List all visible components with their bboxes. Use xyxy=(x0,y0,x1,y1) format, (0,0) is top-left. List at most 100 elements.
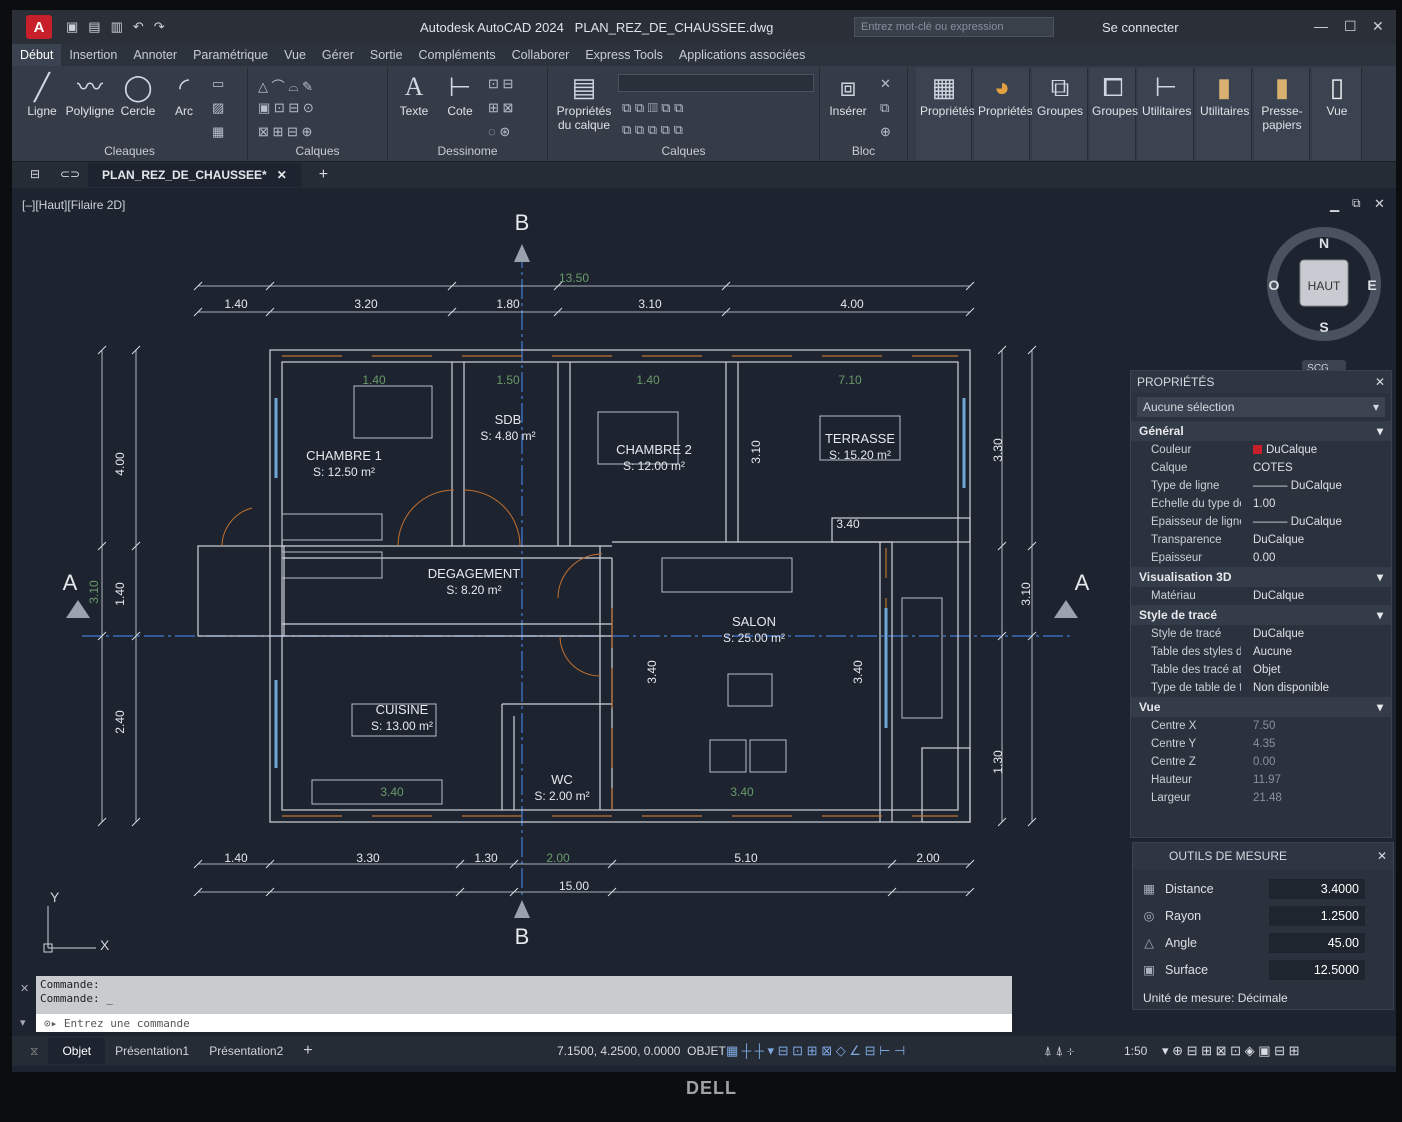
undo-icon[interactable]: ↶ xyxy=(133,19,144,35)
tab-layout2[interactable]: Présentation2 xyxy=(199,1044,293,1058)
command-recent-icon[interactable]: ▾ xyxy=(20,1016,26,1029)
property-row[interactable]: Table des styles de... Aucune xyxy=(1131,643,1391,661)
leader-icon[interactable]: ⊡ ⊟ xyxy=(488,76,513,92)
compass-s[interactable]: S xyxy=(1319,319,1328,335)
property-row[interactable]: Centre Y 4.35 xyxy=(1131,735,1391,753)
boundary-icon[interactable]: ▦ xyxy=(212,124,224,140)
match-properties-tool[interactable]: ◕ Propriétés xyxy=(978,72,1033,118)
hatch-icon[interactable]: ▨ xyxy=(212,100,224,116)
maximize-icon[interactable]: ☐ xyxy=(1344,18,1357,35)
command-input[interactable]: ⊙▸ Entrez une commande xyxy=(36,1014,1012,1032)
property-row[interactable]: Couleur DuCalque xyxy=(1131,441,1391,459)
create-block-icon[interactable]: ✕ xyxy=(880,76,891,92)
dimension-tool[interactable]: ⊢ Cote xyxy=(440,72,480,118)
layout-nav-icon[interactable]: ⧖ xyxy=(30,1044,38,1059)
property-row[interactable]: Style de tracé DuCalque xyxy=(1131,625,1391,643)
attribute-icon[interactable]: ⊕ xyxy=(880,124,891,140)
save-icon[interactable]: ▥ xyxy=(111,19,123,35)
property-row[interactable]: Table des tracé atta... Objet xyxy=(1131,661,1391,679)
groups-tool[interactable]: ⧉ Groupes xyxy=(1036,72,1084,118)
paste-tool[interactable]: ▮ Presse-papiers xyxy=(1256,72,1308,132)
property-row[interactable]: Transparence DuCalque xyxy=(1131,531,1391,549)
close-icon[interactable]: ✕ xyxy=(1372,18,1384,35)
tab-layout1[interactable]: Présentation1 xyxy=(105,1044,199,1058)
document-tab[interactable]: PLAN_REZ_DE_CHAUSSEE* ✕ xyxy=(88,163,301,187)
property-row[interactable]: Hauteur 11.97 xyxy=(1131,771,1391,789)
tab-collaborer[interactable]: Collaborer xyxy=(504,48,578,62)
property-section-header[interactable]: Vue ▾ xyxy=(1131,697,1391,717)
workspace-icon[interactable]: ▾ ⊕ ⊟ ⊞ ⊠ ⊡ ◈ ▣ ⊟ ⊞ xyxy=(1162,1043,1300,1059)
tab-annoter[interactable]: Annoter xyxy=(125,48,185,62)
polyline-tool[interactable]: 〰 Polyligne xyxy=(62,72,118,118)
layer-tools2-icon[interactable]: ⧉ ⧉ ⧉ ⧉ ⧉ xyxy=(622,122,683,138)
panel-title-block[interactable]: Bloc xyxy=(820,144,907,158)
tab-debut[interactable]: Début xyxy=(12,44,62,66)
autocad-logo-icon[interactable]: A xyxy=(26,15,52,39)
close-icon[interactable]: ✕ xyxy=(1375,375,1385,389)
compass-e[interactable]: E xyxy=(1367,277,1376,293)
property-row[interactable]: Centre X 7.50 xyxy=(1131,717,1391,735)
stretch-icon[interactable]: ⊠ ⊞ ⊟ ⊕ xyxy=(258,124,312,140)
view-tool[interactable]: ▯ Vue xyxy=(1316,72,1358,118)
panel-title-modify[interactable]: Calques xyxy=(248,144,387,158)
markup-icon[interactable]: ◌ ⊛ xyxy=(488,124,510,140)
property-row[interactable]: Epaisseur 0.00 xyxy=(1131,549,1391,567)
tab-express-tools[interactable]: Express Tools xyxy=(577,48,671,62)
panel-title-layers[interactable]: Calques xyxy=(548,144,819,158)
tab-complements[interactable]: Compléments xyxy=(411,48,504,62)
view-cube[interactable]: HAUT N S E O SCG xyxy=(1264,224,1384,374)
move-icon[interactable]: △ ⌒ ⌓ ✎ xyxy=(258,76,313,95)
area-field[interactable]: 12.5000 xyxy=(1269,959,1365,980)
property-row[interactable]: Matériau DuCalque xyxy=(1131,587,1391,605)
new-file-icon[interactable]: ▣ xyxy=(66,19,78,35)
utilities-tool[interactable]: ▮ Utilitaires xyxy=(1200,72,1249,118)
close-tab-icon[interactable]: ✕ xyxy=(277,168,287,182)
insert-tool[interactable]: ⧈ Insérer xyxy=(826,72,870,118)
rectangle-icon[interactable]: ▭ xyxy=(212,76,224,92)
panel-title-draw[interactable]: Cleaques xyxy=(12,144,247,158)
start-tab-icon[interactable]: ⊟ xyxy=(30,167,40,181)
new-tab-icon[interactable]: + xyxy=(319,166,328,184)
tab-model[interactable]: Objet xyxy=(48,1038,106,1064)
selection-dropdown[interactable]: Aucune sélection ▾ xyxy=(1137,397,1385,417)
layer-properties-tool[interactable]: ▤ Propriétés du calque xyxy=(554,72,614,132)
redo-icon[interactable]: ↷ xyxy=(154,19,165,35)
copy-icon[interactable]: ▣ ⊡ ⊟ ⊙ xyxy=(258,100,314,116)
measure-tool[interactable]: ⊢ Utilitaires xyxy=(1142,72,1191,118)
property-row[interactable]: Echelle du type de... 1.00 xyxy=(1131,495,1391,513)
panel-title-annotation[interactable]: Dessinome xyxy=(388,144,547,158)
property-row[interactable]: Largeur 21.48 xyxy=(1131,789,1391,807)
groups2-tool[interactable]: ⧠ Groupes xyxy=(1092,72,1138,118)
minimize-icon[interactable]: — xyxy=(1314,18,1328,34)
tab-applications[interactable]: Applications associées xyxy=(671,48,813,62)
property-row[interactable]: Epaisseur de ligne ——— DuCalque xyxy=(1131,513,1391,531)
properties-tool[interactable]: ▦ Propriétés xyxy=(920,72,975,118)
link-icon[interactable]: ⊂⊃ xyxy=(60,167,80,181)
tab-insertion[interactable]: Insertion xyxy=(61,48,125,62)
tab-sortie[interactable]: Sortie xyxy=(362,48,411,62)
compass-w[interactable]: O xyxy=(1269,277,1280,293)
layer-tools-icon[interactable]: ⧉ ⧉ ▥ ⧉ ⧉ xyxy=(622,100,683,116)
signin-link[interactable]: Se connecter xyxy=(1102,20,1179,35)
text-tool[interactable]: A Texte xyxy=(394,72,434,118)
annotation-icon[interactable]: ⍋ ⍋ ⊹ xyxy=(1044,1043,1074,1059)
angle-field[interactable]: 45.00 xyxy=(1269,932,1365,953)
command-settings-icon[interactable]: ✕ xyxy=(20,982,29,995)
tab-parametrique[interactable]: Paramétrique xyxy=(185,48,276,62)
property-row[interactable]: Type de ligne ——— DuCalque xyxy=(1131,477,1391,495)
search-input[interactable]: Entrez mot-clé ou expression xyxy=(854,17,1054,37)
line-tool[interactable]: ╱ Ligne xyxy=(22,72,62,118)
property-section-header[interactable]: Visualisation 3D ▾ xyxy=(1131,567,1391,587)
property-row[interactable]: Type de table de tr... Non disponible xyxy=(1131,679,1391,697)
radius-field[interactable]: 1.2500 xyxy=(1269,905,1365,926)
edit-block-icon[interactable]: ⧉ xyxy=(880,100,889,116)
circle-tool[interactable]: ◯ Cercle xyxy=(118,72,158,118)
open-file-icon[interactable]: ▤ xyxy=(88,19,100,35)
property-section-header[interactable]: Style de tracé ▾ xyxy=(1131,605,1391,625)
tab-vue[interactable]: Vue xyxy=(276,48,314,62)
property-row[interactable]: Centre Z 0.00 xyxy=(1131,753,1391,771)
close-icon[interactable]: ✕ xyxy=(1377,849,1387,863)
property-section-header[interactable]: Général ▾ xyxy=(1131,421,1391,441)
arc-tool[interactable]: ◜ Arc xyxy=(164,72,204,118)
layer-dropdown[interactable] xyxy=(618,74,814,92)
